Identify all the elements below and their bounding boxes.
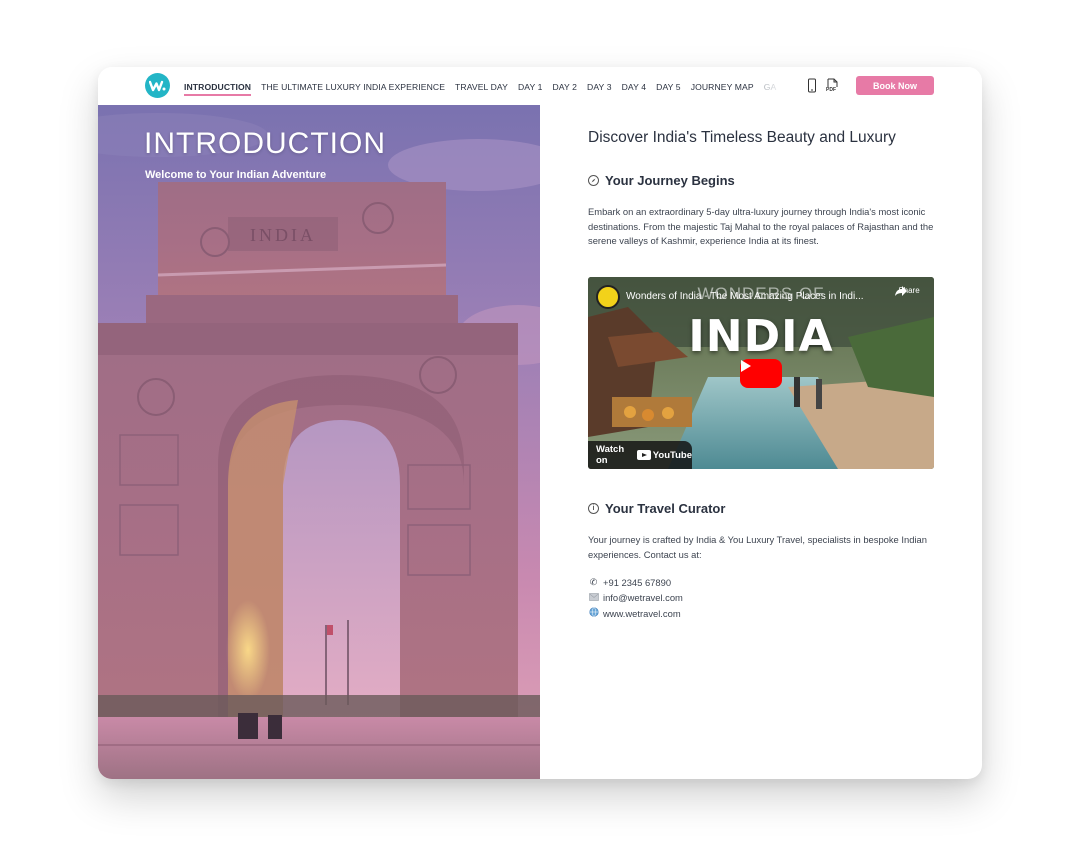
nav-item-day-5[interactable]: DAY 5 <box>656 81 681 92</box>
curator-section-title: i Your Travel Curator <box>588 501 725 516</box>
section-nav: INTRODUCTION THE ULTIMATE LUXURY INDIA E… <box>184 67 784 105</box>
nav-item-day-3[interactable]: DAY 3 <box>587 81 612 92</box>
journey-title-text: Your Journey Begins <box>605 173 735 188</box>
youtube-label: YouTube <box>652 449 692 461</box>
play-button[interactable] <box>740 359 782 388</box>
youtube-video-embed[interactable]: WONDERS OF INDIA Wonders of India - The … <box>588 277 934 469</box>
india-gate-illustration: INDIA <box>98 105 540 779</box>
nav-item-ultimate-luxury[interactable]: THE ULTIMATE LUXURY INDIA EXPERIENCE <box>261 81 445 92</box>
play-icon <box>741 360 751 372</box>
contact-website[interactable]: www.wetravel.com <box>588 607 681 619</box>
journey-section-title: Your Journey Begins <box>588 173 735 188</box>
page-heading: Discover India's Timeless Beauty and Lux… <box>588 129 896 146</box>
nav-item-day-1[interactable]: DAY 1 <box>518 81 543 92</box>
mobile-icon[interactable] <box>805 78 819 94</box>
nav-item-introduction[interactable]: INTRODUCTION <box>184 81 252 96</box>
contact-phone[interactable]: ✆ +91 2345 67890 <box>588 577 671 588</box>
hero-title: INTRODUCTION <box>144 127 386 160</box>
watch-on-youtube-button[interactable]: Watch on YouTube <box>588 441 692 469</box>
hero-image-india-gate: INDIA INTRODUCTION Welcome to Your India… <box>98 105 540 779</box>
pdf-badge: PDF <box>826 87 836 93</box>
nav-item-day-4[interactable]: DAY 4 <box>622 81 647 92</box>
info-icon: i <box>588 503 599 514</box>
share-button[interactable]: Share <box>894 285 924 296</box>
video-title[interactable]: Wonders of India - The Most Amazing Plac… <box>626 291 886 302</box>
monument-inscription: INDIA <box>250 225 316 245</box>
website-text: www.wetravel.com <box>603 607 681 619</box>
email-text: info@wetravel.com <box>603 592 683 603</box>
curator-title-text: Your Travel Curator <box>605 501 726 516</box>
youtube-icon <box>636 450 651 460</box>
wetravel-logo-icon[interactable] <box>145 73 170 98</box>
phone-icon: ✆ <box>589 577 598 587</box>
nav-item-journey-map[interactable]: JOURNEY MAP <box>691 81 754 92</box>
contact-email[interactable]: info@wetravel.com <box>588 592 683 603</box>
phone-text: +91 2345 67890 <box>603 577 672 588</box>
nav-item-travel-day[interactable]: TRAVEL DAY <box>455 81 508 92</box>
top-nav-bar: INTRODUCTION THE ULTIMATE LUXURY INDIA E… <box>98 67 982 105</box>
globe-icon <box>588 607 599 619</box>
book-now-button[interactable]: Book Now <box>856 76 934 95</box>
watch-on-label: Watch on <box>596 444 625 466</box>
youtube-logo: YouTube <box>636 449 692 461</box>
app-window: INTRODUCTION THE ULTIMATE LUXURY INDIA E… <box>98 67 982 779</box>
share-icon <box>895 286 907 296</box>
email-icon <box>588 592 599 603</box>
nav-item-day-2[interactable]: DAY 2 <box>553 81 578 92</box>
nav-fade <box>758 67 784 105</box>
channel-avatar[interactable] <box>596 285 620 309</box>
video-overlay-title: INDIA <box>688 311 834 362</box>
curator-description: Your journey is crafted by India & You L… <box>588 534 927 560</box>
hero-subtitle: Welcome to Your Indian Adventure <box>145 169 327 181</box>
compass-icon <box>588 175 599 186</box>
pdf-icon[interactable]: PDF <box>825 78 839 94</box>
journey-description: Embark on an extraordinary 5-day ultra-l… <box>588 206 934 247</box>
